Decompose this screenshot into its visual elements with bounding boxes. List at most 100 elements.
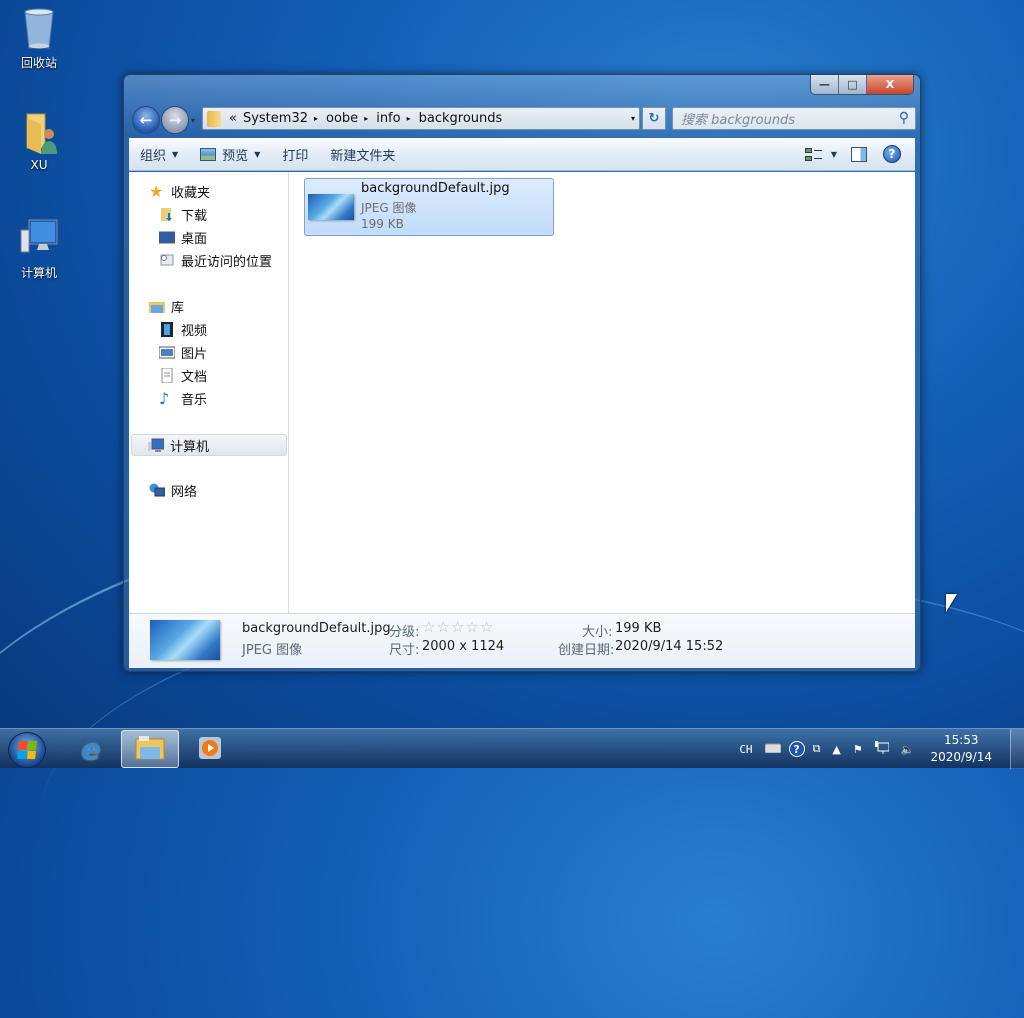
search-icon[interactable]: ⚲ [899,110,909,126]
maximize-button[interactable]: □ [839,75,867,94]
star-icon[interactable]: ☆ [451,618,465,636]
details-file-type: JPEG 图像 [242,643,303,658]
address-dropdown-button[interactable]: ▾ [631,114,635,123]
taskbar-media-player[interactable] [181,730,239,768]
action-center-flag-icon[interactable]: ⚑ [853,743,863,756]
windows-logo-icon [17,741,37,759]
libraries-icon [149,299,165,314]
desktop-icon [158,230,176,245]
explorer-body: ★ 收藏夹 下载 桌面 最近访问的位置 库 视频 图片 文档 ♪ 音乐 计算机 … [129,172,915,613]
breadcrumb-separator[interactable]: ▸ [314,114,318,123]
nav-desktop[interactable]: 桌面 [158,228,207,247]
computer-icon [148,438,165,453]
recent-places-icon [159,253,175,268]
show-hidden-icons-icon[interactable]: ▲ [832,743,840,756]
view-options-dropdown[interactable]: ▼ [831,150,837,159]
preview-pane-icon[interactable] [851,146,867,162]
dimensions-label: 尺寸: [389,643,420,658]
change-view-icon[interactable] [804,147,823,162]
preview-button[interactable]: 预览 ▼ [189,138,271,170]
star-icon[interactable]: ☆ [422,618,436,636]
recycle-bin-icon [19,6,59,50]
breadcrumb-system32[interactable]: System32 [243,111,308,126]
language-bar-restore-icon[interactable]: ⧉ [813,742,821,756]
help-button[interactable]: ? [883,145,901,163]
address-overflow-chevron[interactable]: « [229,111,237,126]
forward-button[interactable]: → [161,106,189,134]
taskbar-ie[interactable]: e [62,730,120,768]
nav-music[interactable]: ♪ 音乐 [159,389,207,409]
search-input[interactable]: 搜索 backgrounds ⚲ [672,107,916,130]
size-label: 大小: [582,625,613,640]
desktop-icon-computer[interactable]: 计算机 [4,216,74,281]
recent-pages-dropdown[interactable]: ▾ [191,116,195,125]
clock[interactable]: 15:53 2020/9/14 [930,732,992,766]
size-value: 199 KB [615,621,662,636]
refresh-button[interactable]: ↻ [642,107,666,130]
file-type: JPEG 图像 [361,201,417,215]
mouse-cursor [946,594,957,612]
language-indicator[interactable]: CH [739,743,752,756]
user-folder-icon [19,110,59,154]
preview-label: 预览 [222,148,249,164]
desktop-icon-label: XU [30,158,48,172]
image-thumbnail [308,194,354,220]
address-bar[interactable]: « System32 ▸ oobe ▸ info ▸ backgrounds ▾ [202,107,640,130]
computer-icon [19,216,59,260]
details-pane: backgroundDefault.jpg JPEG 图像 分级: ☆☆☆☆☆ … [129,613,915,668]
explorer-icon [135,735,165,764]
desktop-icon-recycle-bin[interactable]: 回收站 [4,6,74,71]
nav-pictures[interactable]: 图片 [158,343,207,362]
nav-recent-places[interactable]: 最近访问的位置 [159,251,272,270]
file-item[interactable]: backgroundDefault.jpg JPEG 图像 199 KB [304,178,554,236]
star-icon[interactable]: ☆ [480,618,494,636]
desktop-icon-user[interactable]: XU [4,110,74,172]
breadcrumb-separator[interactable]: ▸ [407,114,411,123]
file-name: backgroundDefault.jpg [361,181,510,196]
nav-downloads[interactable]: 下载 [159,205,207,224]
show-desktop-button[interactable] [1010,729,1024,769]
video-icon [159,322,175,337]
keyboard-icon[interactable] [764,742,782,756]
nav-computer[interactable]: 计算机 [131,434,287,456]
breadcrumb-oobe[interactable]: oobe [326,111,358,126]
new-folder-button[interactable]: 新建文件夹 [319,138,406,170]
close-button[interactable]: X [867,75,913,94]
breadcrumb-backgrounds[interactable]: backgrounds [419,111,503,126]
dimensions-value: 2000 x 1124 [422,639,505,654]
search-placeholder: 搜索 backgrounds [681,113,796,128]
print-button[interactable]: 打印 [271,138,319,170]
nav-network[interactable]: 网络 [149,481,197,500]
organize-label: 组织 [140,148,167,164]
media-player-icon [197,735,223,764]
star-icon[interactable]: ☆ [436,618,450,636]
pictures-icon [158,345,176,360]
taskbar-explorer[interactable] [121,730,179,768]
network-status-icon[interactable] [874,741,890,757]
documents-icon [159,367,175,384]
breadcrumb-separator[interactable]: ▸ [364,114,368,123]
nav-favorites[interactable]: ★ 收藏夹 [149,182,210,202]
file-size: 199 KB [361,217,404,231]
back-button[interactable]: ← [132,106,160,134]
taskbar: e CH ? ⧉ ▲ ⚑ 🔈 15:53 2020/9/14 [0,728,1024,769]
help-icon[interactable]: ? [788,741,805,757]
created-label: 创建日期: [558,643,615,658]
network-icon [149,483,166,498]
details-file-name: backgroundDefault.jpg [242,621,391,636]
start-button[interactable] [8,732,46,768]
minimize-button[interactable]: — [811,75,839,94]
nav-videos[interactable]: 视频 [159,320,207,339]
star-icon[interactable]: ☆ [465,618,479,636]
desktop-icon-label: 回收站 [20,56,57,70]
rating-stars[interactable]: ☆☆☆☆☆ [422,618,494,636]
star-icon: ★ [149,182,164,201]
nav-libraries[interactable]: 库 [149,297,184,316]
volume-icon[interactable]: 🔈 [901,743,915,756]
navigation-pane: ★ 收藏夹 下载 桌面 最近访问的位置 库 视频 图片 文档 ♪ 音乐 计算机 … [129,172,289,613]
explorer-window: — □ X ← → ▾ « System32 ▸ oobe ▸ info ▸ b… [123,74,921,672]
navigation-bar: ← → ▾ « System32 ▸ oobe ▸ info ▸ backgro… [132,104,916,136]
organize-button[interactable]: 组织 ▼ [129,138,189,170]
nav-documents[interactable]: 文档 [159,366,207,385]
breadcrumb-info[interactable]: info [376,111,400,126]
